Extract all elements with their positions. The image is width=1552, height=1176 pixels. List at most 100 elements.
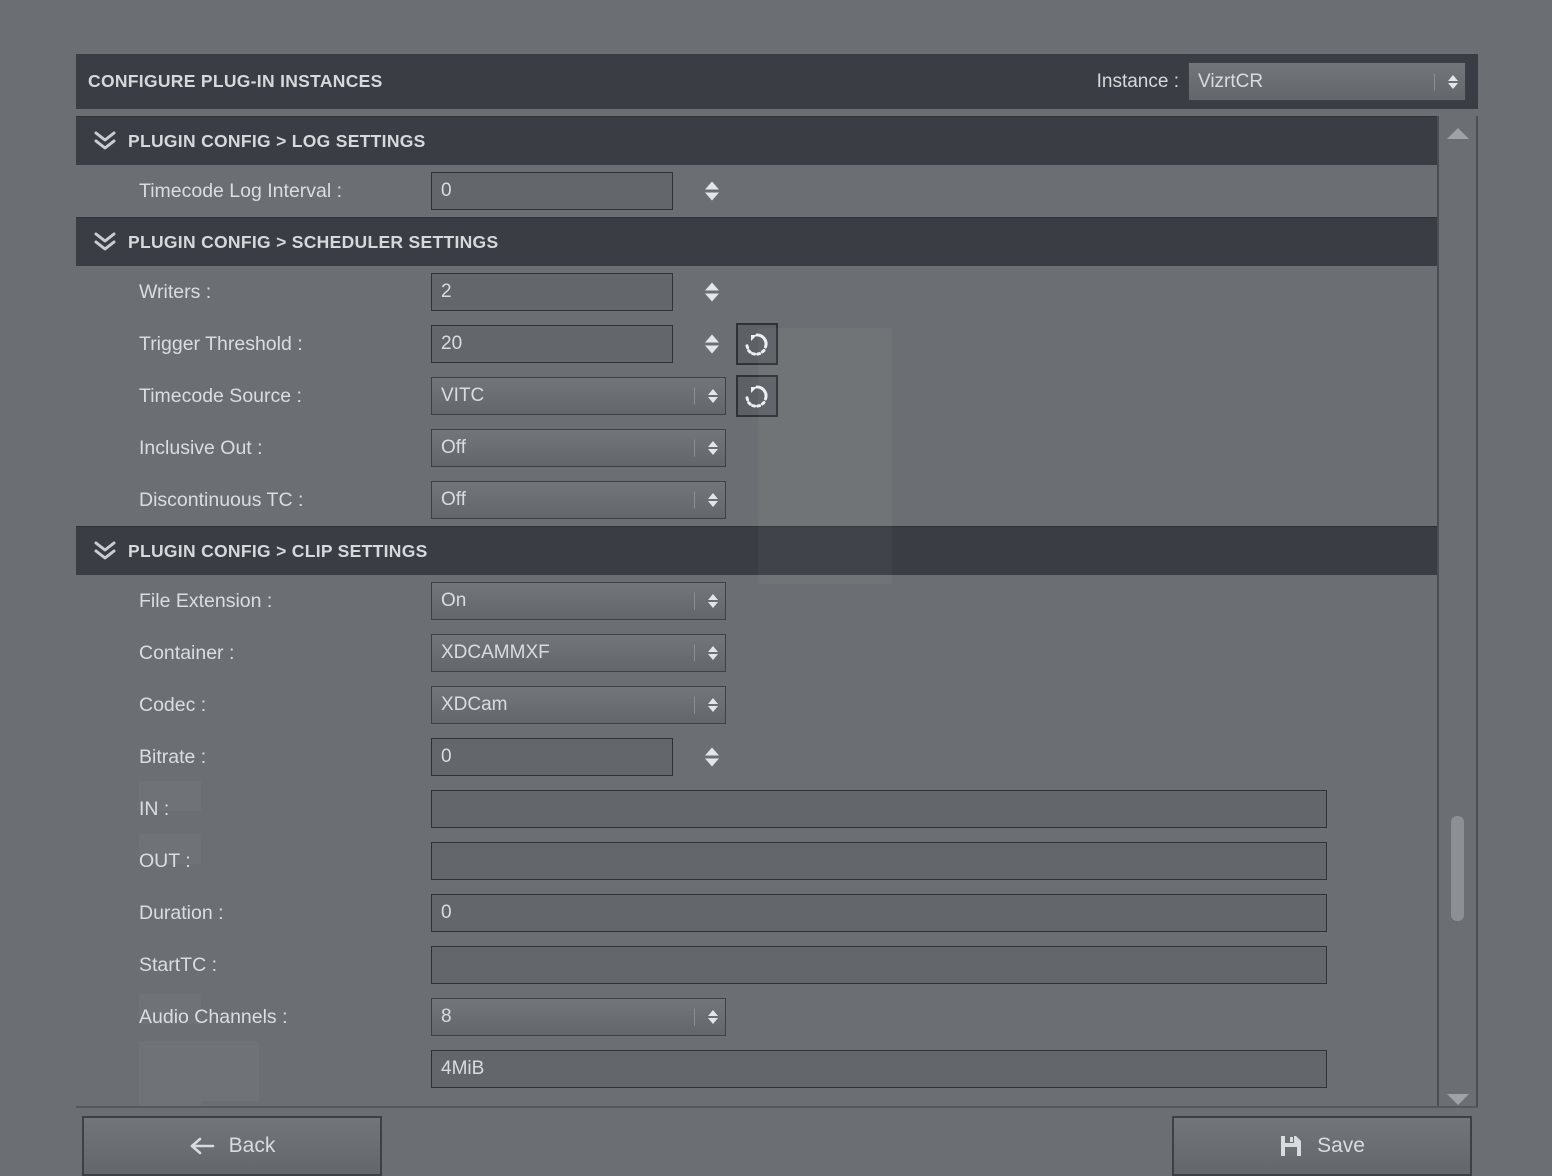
instance-dropdown[interactable]: VizrtCR [1188, 62, 1466, 101]
scrollbar-thumb[interactable] [1451, 816, 1464, 921]
dropdown-divider [694, 697, 695, 714]
chevron-up-icon [708, 441, 718, 447]
double-chevron-glyph [92, 540, 118, 562]
field-label-trigger-threshold: Trigger Threshold : [139, 333, 303, 356]
input-value-trigger-threshold: 20 [432, 333, 462, 355]
dropdown-audio-channels[interactable]: 8 [431, 998, 726, 1036]
dropdown-value-file-extension: On [432, 590, 466, 612]
save-button-label: Save [1317, 1134, 1365, 1158]
back-button[interactable]: Back [82, 1116, 382, 1176]
spinner-up-icon[interactable] [705, 283, 719, 291]
chevron-down-icon [708, 706, 718, 712]
chevron-down-icon [708, 602, 718, 608]
field-row-container: Container : XDCAMMXF [76, 627, 1437, 679]
spinner-up-icon[interactable] [705, 748, 719, 756]
chevron-updown-icon[interactable] [708, 1010, 718, 1024]
field-label-out: OUT : [139, 850, 191, 873]
double-chevron-glyph [92, 130, 118, 152]
spinner-up-icon[interactable] [705, 335, 719, 343]
input-value-timecode-log-interval: 0 [432, 180, 452, 202]
dropdown-discontinuous-tc[interactable]: Off [431, 481, 726, 519]
spinner-updown-icon[interactable] [701, 182, 723, 201]
chevron-up-icon [708, 594, 718, 600]
dropdown-value-container: XDCAMMXF [432, 642, 550, 664]
spinner-down-icon[interactable] [705, 294, 719, 302]
section-header-log-settings[interactable]: PLUGIN CONFIG > LOG SETTINGS [76, 116, 1437, 165]
dropdown-inclusive-out[interactable]: Off [431, 429, 726, 467]
double-chevron-glyph [92, 231, 118, 253]
app-root: CONFIGURE PLUG-IN INSTANCES Instance : V… [0, 0, 1552, 1154]
chevron-up-icon [708, 389, 718, 395]
chevron-down-icon [1448, 83, 1458, 89]
section-header-scheduler-settings[interactable]: PLUGIN CONFIG > SCHEDULER SETTINGS [76, 217, 1437, 266]
input-timecode-log-interval[interactable]: 0 [431, 172, 673, 210]
field-label-in: IN : [139, 798, 169, 821]
scroll-down-triangle [1447, 1094, 1469, 1105]
field-row-writers: Writers :2 [76, 266, 1437, 318]
chevron-updown-icon[interactable] [708, 646, 718, 660]
field-label-container: Container : [139, 642, 234, 665]
spinner-down-icon[interactable] [705, 759, 719, 767]
field-label-bitrate: Bitrate : [139, 746, 206, 769]
dropdown-codec[interactable]: XDCam [431, 686, 726, 724]
field-row-file-extension: File Extension : On [76, 575, 1437, 627]
input-writers[interactable]: 2 [431, 273, 673, 311]
back-button-label: Back [229, 1134, 276, 1158]
reset-button-trigger-threshold[interactable] [736, 323, 778, 365]
input-disk-image-size[interactable]: 4MiB [431, 1050, 1327, 1088]
section-header-clip-settings[interactable]: PLUGIN CONFIG > CLIP SETTINGS [76, 526, 1437, 575]
dropdown-divider [694, 492, 695, 509]
section-title-scheduler-settings: PLUGIN CONFIG > SCHEDULER SETTINGS [128, 232, 498, 253]
vertical-scrollbar[interactable] [1437, 116, 1478, 1116]
chevron-up-icon [708, 646, 718, 652]
double-chevron-down-icon[interactable] [90, 540, 120, 562]
dropdown-timecode-source[interactable]: VITC [431, 377, 726, 415]
spinner-updown-icon[interactable] [701, 283, 723, 302]
settings-content: PLUGIN CONFIG > LOG SETTINGSTimecode Log… [76, 116, 1437, 1095]
scroll-up-arrow-icon[interactable] [1439, 118, 1476, 148]
chevron-up-icon [708, 698, 718, 704]
instance-dropdown-divider [1434, 73, 1435, 90]
field-row-discontinuous-tc: Discontinuous TC :Off [76, 474, 1437, 526]
field-label-starttc: StartTC : [139, 954, 217, 977]
dropdown-container[interactable]: XDCAMMXF [431, 634, 726, 672]
chevron-updown-icon[interactable] [708, 493, 718, 507]
spinner-up-icon[interactable] [705, 182, 719, 190]
input-value-bitrate: 0 [432, 746, 452, 768]
floppy-disk-icon [1279, 1134, 1303, 1158]
field-label-inclusive-out: Inclusive Out : [139, 437, 263, 460]
chevron-updown-icon[interactable] [708, 594, 718, 608]
field-label-file-extension: File Extension : [139, 590, 272, 613]
field-label-codec: Codec : [139, 694, 206, 717]
spinner-updown-icon[interactable] [701, 748, 723, 767]
dropdown-value-discontinuous-tc: Off [432, 489, 466, 511]
dialog-footer: Back Save [76, 1106, 1478, 1154]
spinner-down-icon[interactable] [705, 193, 719, 201]
double-chevron-down-icon[interactable] [90, 130, 120, 152]
input-in[interactable] [431, 790, 1327, 828]
input-duration[interactable]: 0 [431, 894, 1327, 932]
input-bitrate[interactable]: 0 [431, 738, 673, 776]
dropdown-file-extension[interactable]: On [431, 582, 726, 620]
chevron-updown-icon[interactable] [708, 441, 718, 455]
save-button[interactable]: Save [1172, 1116, 1472, 1176]
field-row-out: OUT : [76, 835, 1437, 887]
input-trigger-threshold[interactable]: 20 [431, 325, 673, 363]
dropdown-value-inclusive-out: Off [432, 437, 466, 459]
chevron-up-icon [1448, 75, 1458, 81]
chevron-updown-icon[interactable] [1448, 75, 1458, 89]
spinner-updown-icon[interactable] [701, 335, 723, 354]
input-starttc[interactable] [431, 946, 1327, 984]
section-rows-scheduler-settings: Writers :2 Trigger Threshold : 20 Timecode … [76, 266, 1437, 526]
settings-scroll-area[interactable]: PLUGIN CONFIG > LOG SETTINGSTimecode Log… [76, 116, 1478, 1116]
double-chevron-down-icon[interactable] [90, 231, 120, 253]
chevron-up-icon [708, 1010, 718, 1016]
chevron-down-icon [708, 1018, 718, 1024]
reset-button-timecode-source[interactable] [736, 375, 778, 417]
chevron-down-icon [708, 501, 718, 507]
field-label-timecode-source: Timecode Source : [139, 385, 302, 408]
chevron-updown-icon[interactable] [708, 698, 718, 712]
input-out[interactable] [431, 842, 1327, 880]
spinner-down-icon[interactable] [705, 346, 719, 354]
chevron-updown-icon[interactable] [708, 389, 718, 403]
